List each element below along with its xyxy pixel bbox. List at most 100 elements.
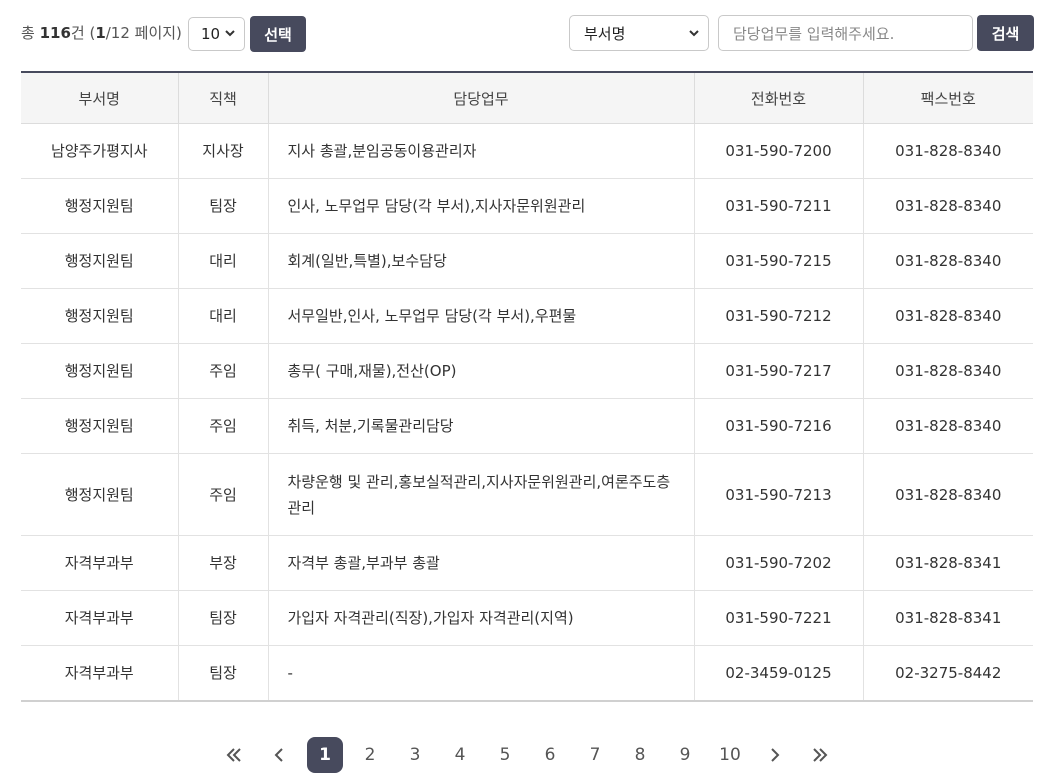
cell-fax: 031-828-8340 [863,343,1033,399]
page-button-8[interactable]: 8 [622,737,658,773]
table-row: 남양주가평지사 지사장 지사 총괄,분임공동이용관리자 031-590-7200… [21,123,1033,179]
cell-phone: 031-590-7212 [694,288,864,344]
cell-phone: 031-590-7217 [694,343,864,399]
page-button-5[interactable]: 5 [487,737,523,773]
double-chevron-right-icon [813,748,828,762]
last-page-button[interactable] [802,737,838,773]
double-chevron-left-icon [226,748,241,762]
table-row: 자격부과부 팀장 - 02-3459-0125 02-3275-8442 [21,645,1033,702]
summary-rest: /12 페이지) [105,24,182,42]
cell-fax: 02-3275-8442 [863,645,1033,702]
summary-prefix: 총 [21,24,40,42]
cell-position: 주임 [178,398,269,454]
page-size-select[interactable]: 10 [188,17,245,51]
cell-fax: 031-828-8340 [863,453,1033,536]
cell-position: 대리 [178,233,269,289]
col-header-position: 직책 [178,73,269,124]
table-row: 행정지원팀 주임 취득, 처분,기록물관리담당 031-590-7216 031… [21,398,1033,454]
page-button-10[interactable]: 10 [712,737,748,773]
table-row: 행정지원팀 주임 총무( 구매,재물),전산(OP) 031-590-7217 … [21,343,1033,399]
table-row: 행정지원팀 대리 회계(일반,특별),보수담당 031-590-7215 031… [21,233,1033,289]
table-row: 자격부과부 부장 자격부 총괄,부과부 총괄 031-590-7202 031-… [21,535,1033,591]
search-button[interactable]: 검색 [977,15,1034,51]
cell-department: 행정지원팀 [21,453,179,536]
page-button-6[interactable]: 6 [532,737,568,773]
cell-position: 팀장 [178,178,269,234]
cell-duties: - [268,645,695,702]
department-select-value: 부서명 [584,24,626,43]
cell-fax: 031-828-8341 [863,590,1033,646]
page-button-7[interactable]: 7 [577,737,613,773]
cell-duties: 회계(일반,특별),보수담당 [268,233,695,289]
first-page-button[interactable] [216,737,252,773]
page-button-2[interactable]: 2 [352,737,388,773]
toolbar: 총 116건 (1/12 페이지) 10 선택 부서명 담당업무를 입력해주세요… [0,0,1051,70]
select-button[interactable]: 선택 [250,16,306,52]
page-button-9[interactable]: 9 [667,737,703,773]
summary-unit: 건 ( [70,24,96,42]
chevron-left-icon [274,748,283,762]
cell-duties: 총무( 구매,재물),전산(OP) [268,343,695,399]
cell-position: 부장 [178,535,269,591]
cell-duties: 취득, 처분,기록물관리담당 [268,398,695,454]
cell-position: 팀장 [178,590,269,646]
staff-table: 부서명 직책 담당업무 전화번호 팩스번호 남양주가평지사 지사장 지사 총괄,… [21,71,1033,702]
cell-duties: 인사, 노무업무 담당(각 부서),지사자문위원관리 [268,178,695,234]
cell-position: 주임 [178,343,269,399]
cell-duties: 자격부 총괄,부과부 총괄 [268,535,695,591]
table-header-row: 부서명 직책 담당업무 전화번호 팩스번호 [21,73,1033,124]
summary-total: 116 [39,24,71,42]
cell-fax: 031-828-8340 [863,288,1033,344]
cell-phone: 02-3459-0125 [694,645,864,702]
cell-department: 행정지원팀 [21,343,179,399]
col-header-fax: 팩스번호 [863,73,1033,124]
cell-phone: 031-590-7213 [694,453,864,536]
table-row: 행정지원팀 주임 차량운행 및 관리,홍보실적관리,지사자문위원관리,여론주도층… [21,453,1033,536]
table-row: 행정지원팀 대리 서무일반,인사, 노무업무 담당(각 부서),우편물 031-… [21,288,1033,344]
page-button-3[interactable]: 3 [397,737,433,773]
cell-position: 지사장 [178,123,269,179]
search-input[interactable]: 담당업무를 입력해주세요. [718,15,973,51]
cell-department: 자격부과부 [21,590,179,646]
table-row: 행정지원팀 팀장 인사, 노무업무 담당(각 부서),지사자문위원관리 031-… [21,178,1033,234]
next-page-button[interactable] [757,737,793,773]
cell-duties: 가입자 자격관리(직장),가입자 자격관리(지역) [268,590,695,646]
cell-duties: 차량운행 및 관리,홍보실적관리,지사자문위원관리,여론주도층관리 [268,453,695,536]
cell-phone: 031-590-7215 [694,233,864,289]
col-header-phone: 전화번호 [694,73,864,124]
page-button-4[interactable]: 4 [442,737,478,773]
cell-phone: 031-590-7211 [694,178,864,234]
cell-position: 팀장 [178,645,269,702]
cell-department: 자격부과부 [21,645,179,702]
department-select[interactable]: 부서명 [569,15,709,51]
page-size-value: 10 [201,25,221,43]
cell-department: 행정지원팀 [21,398,179,454]
pagination: 1 2 3 4 5 6 7 8 9 10 [0,737,1051,773]
cell-department: 자격부과부 [21,535,179,591]
col-header-duties: 담당업무 [268,73,695,124]
cell-fax: 031-828-8340 [863,398,1033,454]
chevron-down-icon [225,30,235,37]
cell-position: 대리 [178,288,269,344]
cell-department: 행정지원팀 [21,178,179,234]
cell-position: 주임 [178,453,269,536]
chevron-down-icon [689,30,699,37]
page-button-1[interactable]: 1 [307,737,343,773]
cell-duties: 서무일반,인사, 노무업무 담당(각 부서),우편물 [268,288,695,344]
result-summary: 총 116건 (1/12 페이지) [21,22,182,43]
cell-department: 남양주가평지사 [21,123,179,179]
cell-phone: 031-590-7221 [694,590,864,646]
cell-department: 행정지원팀 [21,288,179,344]
table-row: 자격부과부 팀장 가입자 자격관리(직장),가입자 자격관리(지역) 031-5… [21,590,1033,646]
col-header-department: 부서명 [21,73,179,124]
cell-phone: 031-590-7202 [694,535,864,591]
cell-phone: 031-590-7200 [694,123,864,179]
cell-department: 행정지원팀 [21,233,179,289]
summary-page: 1 [95,24,106,42]
cell-fax: 031-828-8340 [863,123,1033,179]
cell-fax: 031-828-8340 [863,233,1033,289]
prev-page-button[interactable] [261,737,297,773]
cell-fax: 031-828-8341 [863,535,1033,591]
cell-duties: 지사 총괄,분임공동이용관리자 [268,123,695,179]
chevron-right-icon [771,748,780,762]
